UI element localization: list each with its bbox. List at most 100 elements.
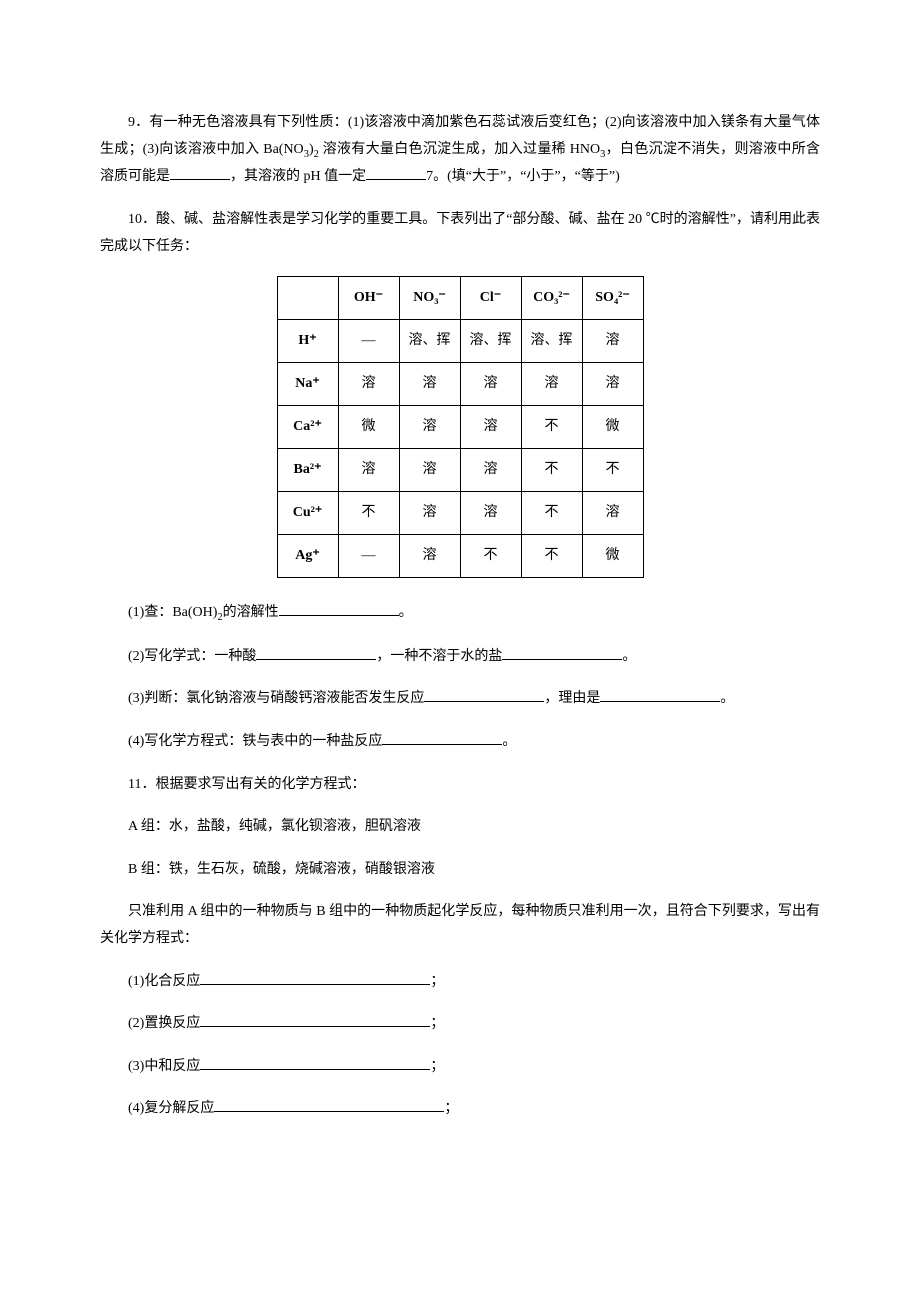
cell: 溶 [399,449,460,492]
q10-p2-c: 。 [622,649,636,664]
row-ion: Na⁺ [277,363,338,406]
q9-sub-2: 2 [314,148,319,159]
cell: 溶 [460,363,521,406]
blank-fill[interactable] [200,1014,430,1027]
table-row: Ag⁺ — 溶 不 不 微 [277,535,643,578]
row-ion: H⁺ [277,320,338,363]
q11-i3-label: (3)中和反应 [128,1059,200,1074]
solubility-table: OH⁻ NO₃⁻ Cl⁻ CO₃²⁻ SO₄²⁻ H⁺ — 溶、挥 溶、挥 溶、… [277,276,644,578]
q11-item2: (2)置换反应 ； [100,1011,820,1038]
q9-sub-3: 3 [304,148,309,159]
header-no3: NO₃⁻ [399,277,460,320]
blank-fill[interactable] [382,732,502,745]
q10-p1-a: (1)查：Ba(OH) [128,605,217,620]
q11-i4-label: (4)复分解反应 [128,1101,214,1116]
header-blank [277,277,338,320]
cell: 溶 [460,406,521,449]
question-11-intro: 11．根据要求写出有关的化学方程式： [100,772,820,799]
q10-p3-c: 。 [720,691,734,706]
row-ion: Cu²⁺ [277,492,338,535]
cell: 溶 [582,363,643,406]
blank-fill[interactable] [366,167,426,180]
semi: ； [430,1059,444,1074]
cell: 溶 [460,492,521,535]
q9-text-e: 7。(填“大于”，“小于”，“等于”) [426,169,620,184]
cell: 溶 [338,449,399,492]
document-page: 9．有一种无色溶液具有下列性质：(1)该溶液中滴加紫色石蕊试液后变红色；(2)向… [0,0,920,1302]
table-row: H⁺ — 溶、挥 溶、挥 溶、挥 溶 [277,320,643,363]
blank-fill[interactable] [256,647,376,660]
q9-text-b: 溶液有大量白色沉淀生成，加入过量稀 HNO [323,142,600,157]
q11-i1-label: (1)化合反应 [128,974,200,989]
semi: ； [430,1016,444,1031]
question-9: 9．有一种无色溶液具有下列性质：(1)该溶液中滴加紫色石蕊试液后变红色；(2)向… [100,110,820,191]
q11-condition: 只准利用 A 组中的一种物质与 B 组中的一种物质起化学反应，每种物质只准利用一… [100,899,820,952]
header-co3: CO₃²⁻ [521,277,582,320]
cell: 微 [582,406,643,449]
blank-fill[interactable] [200,1057,430,1070]
row-ion: Ca²⁺ [277,406,338,449]
cell: 溶 [399,535,460,578]
row-ion: Ba²⁺ [277,449,338,492]
cell: 溶 [521,363,582,406]
question-10-intro: 10．酸、碱、盐溶解性表是学习化学的重要工具。下表列出了“部分酸、碱、盐在 20… [100,207,820,260]
cell: 溶、挥 [399,320,460,363]
cell: 微 [582,535,643,578]
q10-p3-b: ，理由是 [544,691,600,706]
q10-part1: (1)查：Ba(OH)2的溶解性。 [100,600,820,628]
cell: 不 [521,406,582,449]
q10-p3-a: (3)判断：氯化钠溶液与硝酸钙溶液能否发生反应 [128,691,424,706]
cell: 不 [582,449,643,492]
blank-fill[interactable] [424,690,544,703]
cell: 溶 [399,406,460,449]
solubility-table-wrap: OH⁻ NO₃⁻ Cl⁻ CO₃²⁻ SO₄²⁻ H⁺ — 溶、挥 溶、挥 溶、… [100,276,820,578]
cell: — [338,535,399,578]
table-header-row: OH⁻ NO₃⁻ Cl⁻ CO₃²⁻ SO₄²⁻ [277,277,643,320]
cell: 不 [460,535,521,578]
q10-part3: (3)判断：氯化钠溶液与硝酸钙溶液能否发生反应 ，理由是 。 [100,686,820,713]
cell: 不 [338,492,399,535]
cell: 溶 [399,363,460,406]
cell: 溶 [460,449,521,492]
blank-fill[interactable] [170,167,230,180]
q10-part4: (4)写化学方程式：铁与表中的一种盐反应。 [100,729,820,756]
q10-p2-a: (2)写化学式：一种酸 [128,649,256,664]
q10-part2: (2)写化学式：一种酸 ，一种不溶于水的盐 。 [100,644,820,671]
table-row: Na⁺ 溶 溶 溶 溶 溶 [277,363,643,406]
cell: 不 [521,535,582,578]
q10-p1-c: 。 [399,605,413,620]
cell: 溶 [399,492,460,535]
q11-i2-label: (2)置换反应 [128,1016,200,1031]
cell: 溶 [582,320,643,363]
q10-p4-b: 。 [502,734,516,749]
header-cl: Cl⁻ [460,277,521,320]
cell: 不 [521,449,582,492]
cell: 不 [521,492,582,535]
q11-group-b: B 组：铁，生石灰，硫酸，烧碱溶液，硝酸银溶液 [100,857,820,884]
cell: 溶、挥 [460,320,521,363]
semi: ； [444,1101,458,1116]
blank-fill[interactable] [502,647,622,660]
table-row: Cu²⁺ 不 溶 溶 不 溶 [277,492,643,535]
q11-item3: (3)中和反应 ； [100,1054,820,1081]
row-ion: Ag⁺ [277,535,338,578]
cell: 微 [338,406,399,449]
table-row: Ba²⁺ 溶 溶 溶 不 不 [277,449,643,492]
blank-fill[interactable] [200,972,430,985]
q11-group-a: A 组：水，盐酸，纯碱，氯化钡溶液，胆矾溶液 [100,814,820,841]
table-row: Ca²⁺ 微 溶 溶 不 微 [277,406,643,449]
semi: ； [430,974,444,989]
cell: 溶、挥 [521,320,582,363]
q11-item4: (4)复分解反应 ； [100,1096,820,1123]
blank-fill[interactable] [600,690,720,703]
q10-p2-b: ，一种不溶于水的盐 [376,649,502,664]
cell: 溶 [338,363,399,406]
cell: 溶 [582,492,643,535]
header-so4: SO₄²⁻ [582,277,643,320]
q9-text-d: ，其溶液的 pH 值一定 [230,169,366,184]
blank-fill[interactable] [214,1099,444,1112]
q11-item1: (1)化合反应 ； [100,969,820,996]
cell: — [338,320,399,363]
q10-p1-b: 的溶解性 [223,605,279,620]
blank-fill[interactable] [279,603,399,616]
